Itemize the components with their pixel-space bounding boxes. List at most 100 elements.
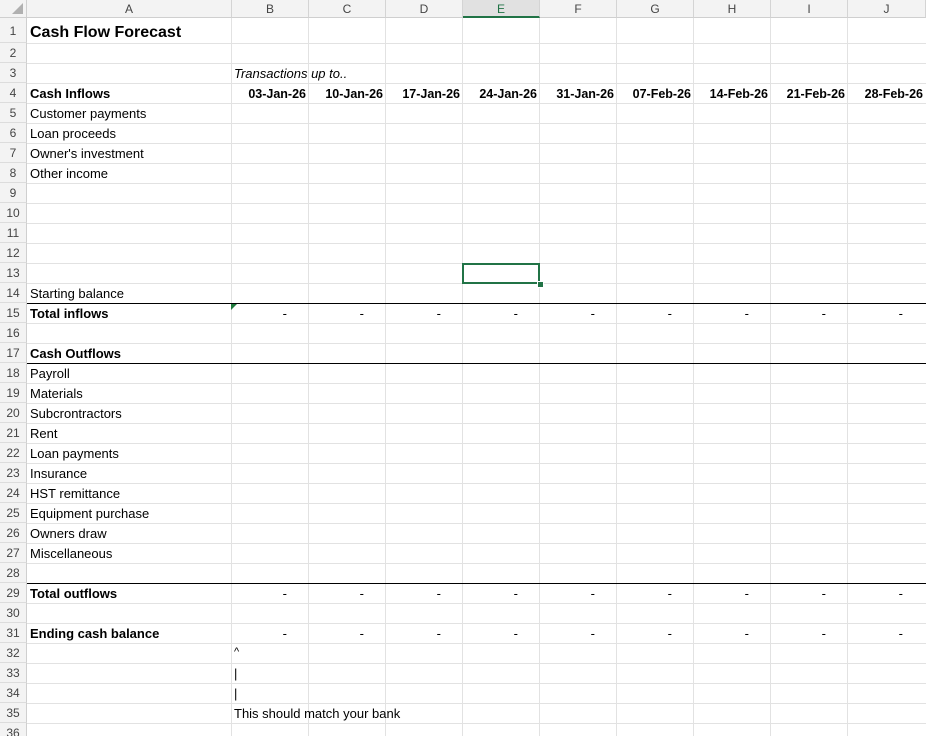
fill-handle[interactable] <box>537 281 544 288</box>
value-cell[interactable]: - <box>309 584 386 604</box>
outflow-item[interactable]: Equipment purchase <box>30 504 149 524</box>
column-header-e[interactable]: E <box>463 0 540 18</box>
row-header[interactable]: 7 <box>0 143 27 163</box>
row-header[interactable]: 22 <box>0 443 27 463</box>
value-cell[interactable]: - <box>540 584 617 604</box>
value-cell[interactable]: - <box>694 304 771 324</box>
row-header[interactable]: 18 <box>0 363 27 383</box>
row-header[interactable]: 33 <box>0 663 27 683</box>
date-header-b[interactable]: 03-Jan-26 <box>232 84 309 104</box>
date-header-g[interactable]: 07-Feb-26 <box>617 84 694 104</box>
value-cell[interactable]: - <box>771 584 848 604</box>
row-header[interactable]: 24 <box>0 483 27 503</box>
outflow-item[interactable]: Rent <box>30 424 57 444</box>
value-cell[interactable]: - <box>309 624 386 644</box>
value-cell[interactable]: - <box>771 624 848 644</box>
select-all-button[interactable] <box>0 0 27 18</box>
total-outflows-label[interactable]: Total outflows <box>30 584 117 604</box>
column-header-j[interactable]: J <box>848 0 926 18</box>
total-inflows-label[interactable]: Total inflows <box>30 304 108 324</box>
column-header-g[interactable]: G <box>617 0 694 18</box>
column-header-d[interactable]: D <box>386 0 463 18</box>
row-header[interactable]: 1 <box>0 18 27 43</box>
column-header-i[interactable]: I <box>771 0 848 18</box>
row-header[interactable]: 4 <box>0 83 27 103</box>
column-header-b[interactable]: B <box>232 0 309 18</box>
outflow-item[interactable]: Owners draw <box>30 524 107 544</box>
row-header[interactable]: 14 <box>0 283 27 303</box>
value-cell[interactable]: - <box>386 584 463 604</box>
value-cell[interactable]: - <box>540 624 617 644</box>
value-cell[interactable]: - <box>463 584 540 604</box>
inflow-item[interactable]: Customer payments <box>30 104 146 124</box>
outflow-item[interactable]: Payroll <box>30 364 70 384</box>
starting-balance-label[interactable]: Starting balance <box>30 284 124 304</box>
value-cell[interactable]: - <box>848 584 925 604</box>
row-header[interactable]: 20 <box>0 403 27 423</box>
date-header-e[interactable]: 24-Jan-26 <box>463 84 540 104</box>
column-header-f[interactable]: F <box>540 0 617 18</box>
outflow-item[interactable]: Materials <box>30 384 83 404</box>
column-header-h[interactable]: H <box>694 0 771 18</box>
row-header[interactable]: 25 <box>0 503 27 523</box>
value-cell[interactable]: - <box>463 304 540 324</box>
inflow-item[interactable]: Loan proceeds <box>30 124 116 144</box>
row-header[interactable]: 26 <box>0 523 27 543</box>
outflow-item[interactable]: Subcrontractors <box>30 404 122 424</box>
value-cell[interactable]: - <box>848 304 925 324</box>
value-cell[interactable]: - <box>309 304 386 324</box>
value-cell[interactable]: - <box>617 304 694 324</box>
row-header[interactable]: 21 <box>0 423 27 443</box>
date-header-h[interactable]: 14-Feb-26 <box>694 84 771 104</box>
row-header[interactable]: 11 <box>0 223 27 243</box>
row-header[interactable]: 10 <box>0 203 27 223</box>
inflow-item[interactable]: Other income <box>30 164 108 184</box>
outflow-item[interactable]: HST remittance <box>30 484 120 504</box>
outflow-item[interactable]: Miscellaneous <box>30 544 112 564</box>
row-header[interactable]: 9 <box>0 183 27 203</box>
outflow-item[interactable]: Insurance <box>30 464 87 484</box>
row-header[interactable]: 23 <box>0 463 27 483</box>
row-header[interactable]: 17 <box>0 343 27 363</box>
date-header-c[interactable]: 10-Jan-26 <box>309 84 386 104</box>
row-header[interactable]: 36 <box>0 723 27 736</box>
value-cell[interactable]: - <box>463 624 540 644</box>
value-cell[interactable]: - <box>232 304 309 324</box>
value-cell[interactable]: - <box>232 624 309 644</box>
row-header[interactable]: 2 <box>0 43 27 63</box>
inflow-item[interactable]: Owner's investment <box>30 144 144 164</box>
spreadsheet-grid[interactable]: A B C D E F G H I J 1 2 3 4 5 6 7 8 9 10 11 12 13 14 1… <box>0 0 926 736</box>
row-header[interactable]: 3 <box>0 63 27 83</box>
value-cell[interactable]: - <box>848 624 925 644</box>
date-header-i[interactable]: 21-Feb-26 <box>771 84 848 104</box>
row-header[interactable]: 30 <box>0 603 27 623</box>
column-header-c[interactable]: C <box>309 0 386 18</box>
row-header[interactable]: 35 <box>0 703 27 723</box>
outflow-item[interactable]: Loan payments <box>30 444 119 464</box>
row-header[interactable]: 34 <box>0 683 27 703</box>
row-header[interactable]: 6 <box>0 123 27 143</box>
row-header[interactable]: 13 <box>0 263 27 283</box>
row-header[interactable]: 28 <box>0 563 27 583</box>
row-header[interactable]: 27 <box>0 543 27 563</box>
row-header[interactable]: 8 <box>0 163 27 183</box>
value-cell[interactable]: - <box>232 584 309 604</box>
value-cell[interactable]: - <box>386 304 463 324</box>
date-header-d[interactable]: 17-Jan-26 <box>386 84 463 104</box>
column-header-a[interactable]: A <box>27 0 232 18</box>
row-header[interactable]: 16 <box>0 323 27 343</box>
row-header[interactable]: 31 <box>0 623 27 643</box>
ending-balance-label[interactable]: Ending cash balance <box>30 624 159 644</box>
row-header[interactable]: 32 <box>0 643 27 663</box>
value-cell[interactable]: - <box>386 624 463 644</box>
row-header[interactable]: 19 <box>0 383 27 403</box>
row-header[interactable]: 5 <box>0 103 27 123</box>
row-header[interactable]: 15 <box>0 303 27 323</box>
value-cell[interactable]: - <box>771 304 848 324</box>
value-cell[interactable]: - <box>617 624 694 644</box>
value-cell[interactable]: - <box>694 624 771 644</box>
row-header[interactable]: 12 <box>0 243 27 263</box>
date-header-j[interactable]: 28-Feb-26 <box>848 84 926 104</box>
value-cell[interactable]: - <box>617 584 694 604</box>
value-cell[interactable]: - <box>694 584 771 604</box>
